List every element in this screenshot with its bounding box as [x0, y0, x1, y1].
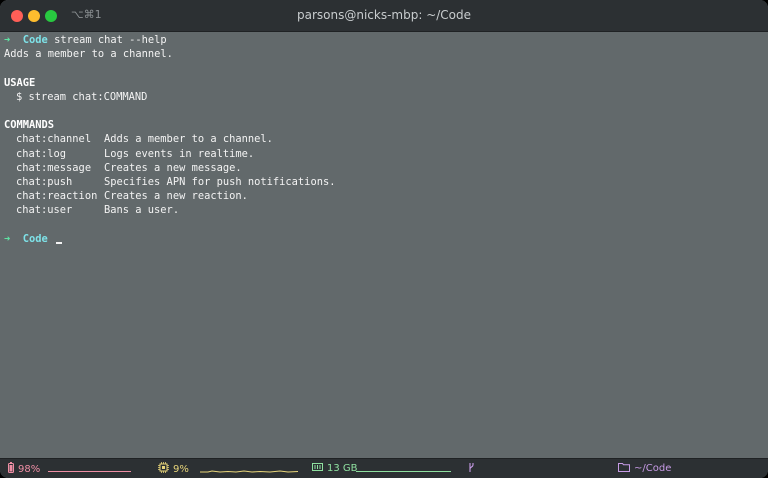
command-desc: Specifies APN for push notifications.: [104, 175, 336, 188]
cpu-status: 9%: [158, 462, 189, 476]
prompt-arrow: ➜: [4, 232, 11, 245]
command-desc: Creates a new message.: [104, 161, 242, 174]
folder-icon: [618, 462, 630, 475]
title-bar[interactable]: ⌥⌘1 parsons@nicks-mbp: ~/Code: [0, 0, 768, 32]
command-description: Adds a member to a channel.: [4, 48, 173, 61]
command-row: chat:channel Adds a member to a channel.: [4, 132, 768, 146]
battery-status: 98%: [8, 462, 40, 476]
command-row: chat:reaction Creates a new reaction.: [4, 189, 768, 203]
window-title: parsons@nicks-mbp: ~/Code: [296, 8, 472, 22]
commands-heading: COMMANDS: [4, 119, 55, 132]
command-desc: Adds a member to a channel.: [104, 133, 273, 146]
cpu-icon: [158, 462, 169, 476]
memory-icon: [312, 462, 323, 475]
command-desc: Logs events in realtime.: [104, 147, 255, 160]
battery-icon: [8, 462, 14, 476]
git-branch-icon: [468, 462, 475, 476]
prompt-directory: Code: [22, 232, 48, 245]
command-name: chat:channel: [16, 133, 92, 146]
terminal-output[interactable]: ➜ Code stream chat --help Adds a member …: [0, 32, 768, 459]
terminal-window: ⌥⌘1 parsons@nicks-mbp: ~/Code ➜ Code str…: [0, 0, 768, 478]
command-text: stream chat --help: [54, 34, 167, 46]
memory-bar: [356, 471, 451, 472]
command-row: chat:log Logs events in realtime.: [4, 147, 768, 161]
command-desc: Creates a new reaction.: [104, 190, 248, 203]
memory-status: 13 GB: [312, 462, 358, 475]
command-name: chat:push: [16, 175, 73, 188]
text-cursor: [56, 241, 63, 244]
command-name: chat:reaction: [16, 190, 98, 203]
command-row: chat:message Creates a new message.: [4, 161, 768, 175]
command-name: chat:user: [16, 204, 73, 217]
git-branch-status: [468, 462, 479, 476]
cpu-percent: 9%: [173, 463, 189, 475]
prompt-line[interactable]: ➜ Code: [4, 232, 768, 246]
command-row: chat:user Bans a user.: [4, 203, 768, 217]
command-line: ➜ Code stream chat --help: [4, 33, 768, 47]
battery-bar: [48, 471, 131, 472]
usage-line: $ stream chat:COMMAND: [16, 90, 148, 103]
cpu-graph: [200, 470, 298, 473]
current-path: ~/Code: [618, 462, 671, 475]
memory-used: 13 GB: [327, 463, 358, 474]
status-bar: 98% 9% 13 GB ~/Code: [0, 458, 768, 478]
prompt-arrow: ➜: [4, 34, 11, 46]
prompt-directory: Code: [22, 34, 48, 46]
usage-heading: USAGE: [4, 76, 36, 89]
command-name: chat:message: [16, 161, 92, 174]
command-row: chat:push Specifies APN for push notifica…: [4, 175, 768, 189]
path-label: ~/Code: [634, 463, 672, 474]
command-desc: Bans a user.: [104, 204, 180, 217]
command-name: chat:log: [16, 147, 67, 160]
battery-percent: 98%: [18, 463, 41, 475]
